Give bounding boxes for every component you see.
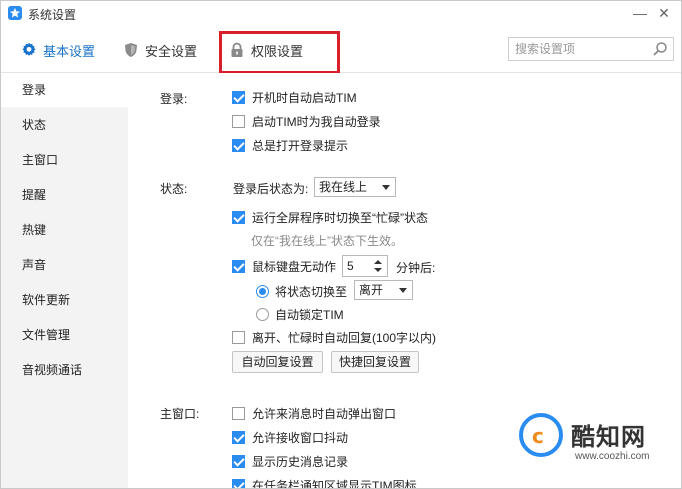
sidebar-item-status[interactable]: 状态 xyxy=(1,108,128,142)
idle-minutes-value: 5 xyxy=(347,259,354,273)
search-icon[interactable] xyxy=(652,41,668,57)
sidebar-item-av-call[interactable]: 音视频通话 xyxy=(1,353,128,387)
idle-minutes-stepper[interactable]: 5 xyxy=(342,255,388,277)
sidebar-item-reminder[interactable]: 提醒 xyxy=(1,178,128,212)
app-star-icon xyxy=(8,6,22,20)
show-history-checkbox[interactable] xyxy=(232,455,245,468)
watermark-name: 酷知网 xyxy=(571,423,646,451)
after-login-status-value: 我在线上 xyxy=(319,180,368,194)
auto-lock-radio[interactable] xyxy=(256,308,269,321)
login-section-label: 登录: xyxy=(160,92,188,106)
search-input[interactable] xyxy=(515,40,645,58)
main-window-section-label: 主窗口: xyxy=(160,407,200,421)
stepper-up-icon[interactable] xyxy=(374,260,382,264)
auto-reply-label: 离开、忙碌时自动回复(100字以内) xyxy=(252,331,437,345)
switch-status-value: 离开 xyxy=(359,283,384,297)
option-tray-icon[interactable]: 在任务栏通知区域显示TIM图标 xyxy=(232,477,417,489)
sidebar-item-software-update[interactable]: 软件更新 xyxy=(1,283,128,317)
auto-login-checkbox[interactable] xyxy=(232,115,245,128)
idle-label: 鼠标键盘无动作 xyxy=(252,260,337,274)
show-history-label: 显示历史消息记录 xyxy=(252,455,349,469)
switch-status-radio[interactable] xyxy=(256,285,269,298)
minimize-button[interactable]: — xyxy=(631,4,649,22)
tray-icon-checkbox[interactable] xyxy=(232,479,245,488)
option-show-history[interactable]: 显示历史消息记录 xyxy=(232,453,348,470)
auto-start-checkbox[interactable] xyxy=(232,91,245,104)
fullscreen-busy-hint: 仅在“我在线上”状态下生效。 xyxy=(251,234,403,248)
auto-popup-checkbox[interactable] xyxy=(232,407,245,420)
auto-login-label: 启动TIM时为我自动登录 xyxy=(252,115,381,129)
sidebar-item-sound[interactable]: 声音 xyxy=(1,248,128,282)
chevron-down-icon xyxy=(382,185,390,190)
switch-status-select[interactable]: 离开 xyxy=(354,280,413,300)
window-shake-label: 允许接收窗口抖动 xyxy=(252,431,349,445)
option-login-tip[interactable]: 总是打开登录提示 xyxy=(232,137,348,154)
option-auto-popup[interactable]: 允许来消息时自动弹出窗口 xyxy=(232,405,396,422)
tab-security-settings[interactable]: 安全设置 xyxy=(123,40,197,60)
watermark: c 酷知网 www.coozhi.com xyxy=(519,409,669,475)
auto-reply-settings-button[interactable]: 自动回复设置 xyxy=(232,351,323,373)
option-fullscreen-busy[interactable]: 运行全屏程序时切换至“忙碌”状态 xyxy=(232,209,428,226)
option-auto-login[interactable]: 启动TIM时为我自动登录 xyxy=(232,113,381,130)
after-login-status-select[interactable]: 我在线上 xyxy=(314,177,396,197)
idle-checkbox[interactable] xyxy=(232,260,245,273)
fullscreen-busy-label: 运行全屏程序时切换至“忙碌”状态 xyxy=(252,211,428,225)
login-tip-label: 总是打开登录提示 xyxy=(252,139,349,153)
switch-status-label: 将状态切换至 xyxy=(275,285,348,299)
stepper-down-icon[interactable] xyxy=(374,268,382,272)
idle-minutes-suffix: 分钟后: xyxy=(396,261,436,275)
close-button[interactable]: ✕ xyxy=(655,4,673,22)
quick-reply-settings-button[interactable]: 快捷回复设置 xyxy=(331,351,419,373)
watermark-logo-icon: c xyxy=(519,413,563,457)
auto-reply-checkbox[interactable] xyxy=(232,331,245,344)
sidebar: 登录 状态 主窗口 提醒 热键 声音 软件更新 文件管理 音视频通话 xyxy=(1,73,128,488)
option-switch-status[interactable]: 将状态切换至 xyxy=(256,283,347,300)
option-idle[interactable]: 鼠标键盘无动作 xyxy=(232,258,336,275)
window-title: 系统设置 xyxy=(28,8,77,22)
auto-popup-label: 允许来消息时自动弹出窗口 xyxy=(252,407,397,421)
title-bar: 系统设置 — ✕ xyxy=(1,1,681,27)
option-auto-reply[interactable]: 离开、忙碌时自动回复(100字以内) xyxy=(232,329,436,346)
sidebar-item-main-window[interactable]: 主窗口 xyxy=(1,143,128,177)
option-auto-lock[interactable]: 自动锁定TIM xyxy=(256,306,344,323)
tray-icon-label: 在任务栏通知区域显示TIM图标 xyxy=(252,479,417,489)
chevron-down-icon xyxy=(399,288,407,293)
watermark-url: www.coozhi.com xyxy=(575,451,650,462)
highlight-annotation-box xyxy=(219,31,340,74)
sidebar-item-hotkey[interactable]: 热键 xyxy=(1,213,128,247)
shield-icon xyxy=(123,42,139,58)
svg-text:c: c xyxy=(532,424,544,448)
settings-window: 系统设置 — ✕ 基本设置 安全设置 权限设置 搜索设置项 登录 状态 主窗口 … xyxy=(0,0,682,489)
window-shake-checkbox[interactable] xyxy=(232,431,245,444)
status-section-label: 状态: xyxy=(160,182,188,196)
tab-security-settings-label: 安全设置 xyxy=(145,43,198,59)
after-login-status-label: 登录后状态为: xyxy=(233,182,309,196)
gear-icon xyxy=(21,42,37,58)
login-tip-checkbox[interactable] xyxy=(232,139,245,152)
search-box[interactable] xyxy=(508,37,674,61)
option-auto-start[interactable]: 开机时自动启动TIM xyxy=(232,89,357,106)
sidebar-item-file-management[interactable]: 文件管理 xyxy=(1,318,128,352)
auto-lock-label: 自动锁定TIM xyxy=(275,308,344,322)
tab-basic-settings[interactable]: 基本设置 xyxy=(21,40,95,60)
auto-start-label: 开机时自动启动TIM xyxy=(252,91,357,105)
fullscreen-busy-checkbox[interactable] xyxy=(232,211,245,224)
sidebar-item-login[interactable]: 登录 xyxy=(1,73,128,107)
option-window-shake[interactable]: 允许接收窗口抖动 xyxy=(232,429,348,446)
tab-basic-settings-label: 基本设置 xyxy=(43,43,96,59)
